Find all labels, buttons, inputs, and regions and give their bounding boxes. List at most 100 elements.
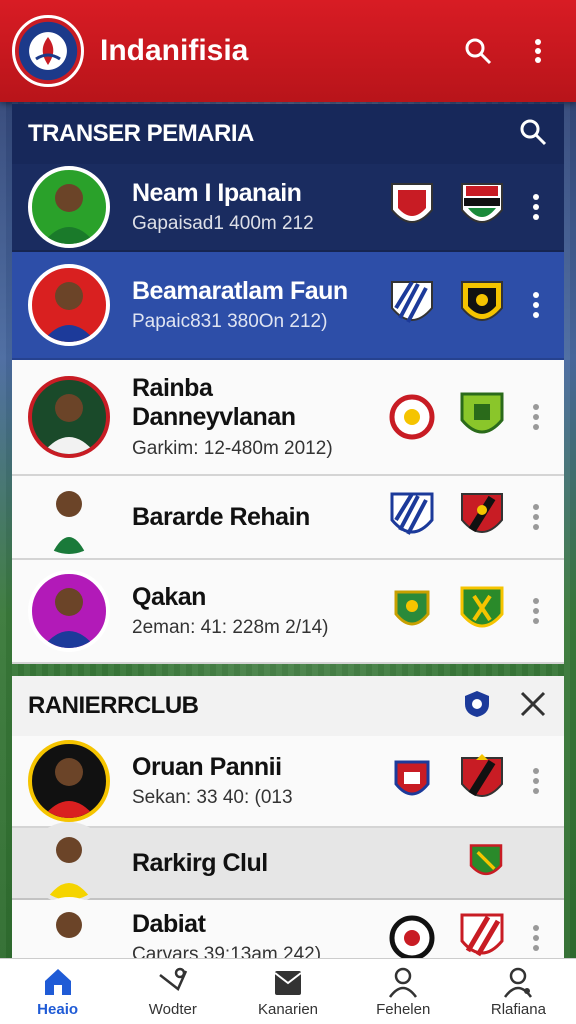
ranking-badge[interactable] — [462, 689, 492, 724]
player-photo-icon — [46, 837, 92, 900]
overflow-menu-button[interactable] — [518, 31, 558, 71]
transfers-header: TRANSER PEMARIA — [12, 104, 564, 164]
club-crest-icon — [458, 180, 506, 234]
player-photo-icon — [42, 282, 96, 342]
transfers-title: TRANSER PEMARIA — [28, 120, 254, 147]
club-crest-icon — [388, 278, 436, 332]
player-info: Rarkirg Clul — [132, 849, 444, 878]
player-info: Beamaratlam Faun Papaic831 380On 212) — [132, 277, 366, 334]
profile-icon — [504, 967, 533, 998]
transfer-row[interactable]: Qakan 2eman: 41: 228m 2/14) — [12, 560, 564, 664]
row-menu-button[interactable] — [524, 504, 548, 530]
player-avatar — [28, 166, 110, 248]
player-photo-icon — [42, 588, 96, 648]
row-menu-button[interactable] — [524, 292, 548, 318]
inbox-icon — [274, 971, 302, 995]
ranking-title: RANIERRCLUB — [28, 692, 199, 719]
club-crest-icon — [458, 278, 506, 332]
player-detail: Sekan: 33 40: (013 — [132, 787, 293, 809]
player-info: Neam I Ipanain Gapaisad1 400m 212 — [132, 179, 366, 236]
player-photo-icon — [52, 491, 86, 554]
nav-item-person[interactable]: Fehelen — [346, 959, 461, 1024]
player-name: Qakan — [132, 582, 206, 611]
player-photo-icon — [42, 758, 96, 818]
player-name: Neam I Ipanain — [132, 178, 302, 207]
nav-label: Fehelen — [376, 1001, 431, 1018]
whistle-icon — [159, 967, 187, 991]
player-info: Qakan 2eman: 41: 228m 2/14) — [132, 583, 366, 640]
transfers-search-button[interactable] — [518, 117, 548, 152]
ranking-close-button[interactable] — [518, 689, 548, 724]
club-crest-icon — [458, 390, 506, 444]
nav-item-whistle[interactable]: Wodter — [115, 959, 230, 1024]
transfer-row[interactable]: Rainba Danneyvlanan Garkim: 12-480m 2012… — [12, 360, 564, 476]
app-bar: Indanifisia — [0, 0, 576, 102]
bottom-navigation: Heaio Wodter Kanarien Fehelen Rlafiana — [0, 958, 576, 1024]
transfers-panel: TRANSER PEMARIA Neam I Ipanain Gapaisad1… — [12, 104, 564, 664]
club-crest-icon — [388, 584, 436, 638]
player-detail: 2eman: 41: 228m 2/14) — [132, 617, 329, 639]
player-avatar — [28, 476, 110, 558]
nav-item-home[interactable]: Heaio — [0, 959, 115, 1024]
more-vertical-icon — [533, 768, 539, 794]
player-photo-icon — [42, 184, 96, 244]
ranking-panel: RANIERRCLUB Oruan Pannii Sekan: 33 40: (… — [12, 676, 564, 979]
row-menu-button[interactable] — [524, 404, 548, 430]
player-detail: Papaic831 380On 212) — [132, 311, 328, 333]
club-crest-icon — [388, 490, 436, 544]
more-vertical-icon — [533, 194, 539, 220]
club-crest-icon — [458, 490, 506, 544]
transfer-row[interactable]: Beamaratlam Faun Papaic831 380On 212) — [12, 252, 564, 360]
federation-logo[interactable] — [12, 15, 84, 87]
player-detail: Garkim: 12-480m 2012) — [132, 437, 333, 459]
club-crest-icon — [466, 836, 506, 890]
search-icon — [465, 38, 492, 65]
club-crest-icon — [388, 911, 436, 965]
garuda-icon — [35, 37, 61, 65]
nav-item-profile[interactable]: Rlafiana — [461, 959, 576, 1024]
person-icon — [389, 967, 418, 998]
nav-label: Kanarien — [257, 1001, 319, 1018]
more-vertical-icon — [533, 925, 539, 951]
nav-label: Heaio — [37, 1001, 79, 1018]
club-crest-icon — [458, 754, 506, 808]
app-title: Indanifisia — [100, 34, 249, 67]
home-icon — [44, 969, 71, 995]
search-button[interactable] — [458, 31, 498, 71]
player-avatar — [28, 822, 110, 904]
more-vertical-icon — [533, 292, 539, 318]
nav-label: Rlafiana — [490, 1001, 546, 1018]
row-menu-button[interactable] — [524, 768, 548, 794]
more-vertical-icon — [533, 504, 539, 530]
transfer-row[interactable]: Bararde Rehain — [12, 476, 564, 560]
club-crest-icon — [388, 390, 436, 444]
search-icon — [520, 119, 547, 145]
player-name: Beamaratlam Faun — [132, 276, 348, 305]
nav-item-inbox[interactable]: Kanarien — [230, 959, 345, 1024]
club-crest-icon — [388, 180, 436, 234]
club-crest-icon — [458, 584, 506, 638]
ranking-row[interactable]: Rarkirg Clul — [12, 822, 564, 904]
club-crest-icon — [458, 911, 506, 965]
row-menu-button[interactable] — [524, 194, 548, 220]
player-avatar — [28, 376, 110, 458]
player-name: Oruan Pannii — [132, 752, 282, 781]
club-crest-icon — [388, 754, 436, 808]
player-info: Bararde Rehain — [132, 503, 366, 532]
ranking-header: RANIERRCLUB — [12, 676, 564, 736]
more-vertical-icon — [535, 39, 541, 63]
player-detail: Gapaisad1 400m 212 — [132, 213, 314, 235]
nav-label: Wodter — [148, 1001, 197, 1018]
shield-icon — [465, 690, 489, 717]
more-vertical-icon — [533, 598, 539, 624]
player-name: Rarkirg Clul — [132, 848, 268, 877]
row-menu-button[interactable] — [524, 598, 548, 624]
player-name: Bararde Rehain — [132, 502, 310, 531]
ranking-row[interactable]: Oruan Pannii Sekan: 33 40: (013 — [12, 736, 564, 828]
player-avatar — [28, 740, 110, 822]
player-info: Oruan Pannii Sekan: 33 40: (013 — [132, 753, 366, 810]
row-menu-button[interactable] — [524, 925, 548, 951]
transfer-row[interactable]: Neam I Ipanain Gapaisad1 400m 212 — [12, 164, 564, 252]
player-name: Dabiat — [132, 909, 206, 938]
player-avatar — [28, 570, 110, 652]
